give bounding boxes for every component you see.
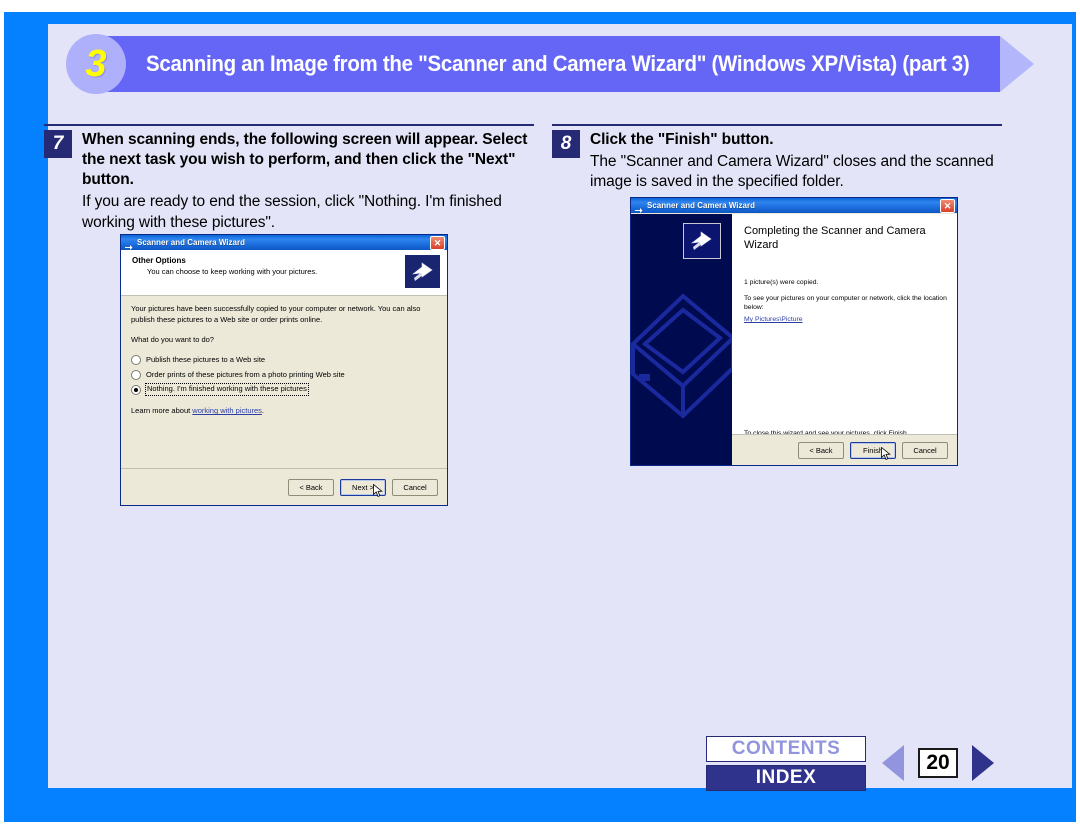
- wizard-banner-icon: [683, 223, 721, 259]
- footer-link-group: CONTENTS INDEX: [706, 735, 866, 791]
- contents-button[interactable]: CONTENTS: [706, 735, 866, 762]
- cancel-button[interactable]: Cancel: [902, 441, 948, 459]
- dialog-completing-titlebar[interactable]: Scanner and Camera Wizard ✕: [631, 198, 957, 213]
- radio-publish-web-site[interactable]: Publish these pictures to a Web site: [131, 355, 437, 366]
- page-title: Scanning an Image from the "Scanner and …: [146, 51, 970, 76]
- step-8-text: The "Scanner and Camera Wizard" closes a…: [590, 153, 994, 191]
- finish-button[interactable]: Finish: [850, 441, 896, 460]
- banner-arrow-icon: [1000, 36, 1034, 92]
- radio-order-prints[interactable]: Order prints of these pictures from a ph…: [131, 370, 437, 381]
- divider-left: [44, 124, 534, 126]
- learn-more-prefix: Learn more about: [131, 406, 193, 416]
- picture-location-link[interactable]: My Pictures\Picture: [744, 316, 803, 323]
- step-8-number: 8: [552, 130, 580, 158]
- step-7-heading: When scanning ends, the following screen…: [82, 131, 528, 189]
- wizard-main-panel: Completing the Scanner and Camera Wizard…: [732, 214, 957, 465]
- radio-order-prints-label: Order prints of these pictures from a ph…: [146, 369, 345, 379]
- radio-icon-selected[interactable]: [131, 384, 141, 395]
- dialog-other-options-titlebar[interactable]: Scanner and Camera Wizard ✕: [121, 235, 447, 250]
- next-button[interactable]: Next >: [340, 478, 386, 498]
- mouse-cursor-icon: [373, 483, 384, 498]
- close-icon[interactable]: ✕: [940, 199, 955, 213]
- scanner-outline-graphic: [631, 293, 732, 419]
- cancel-button[interactable]: Cancel: [392, 478, 438, 496]
- wizard-button-bar-completing: < Back Finish Cancel: [732, 434, 957, 465]
- wizard-paragraph: Your pictures have been successfully cop…: [131, 304, 421, 324]
- wizard-header-subtitle: You can choose to keep working with your…: [147, 267, 318, 276]
- pictures-copied-text: 1 picture(s) were copied.: [744, 279, 819, 286]
- radio-nothing-finished[interactable]: Nothing. I'm finished working with these…: [131, 383, 437, 397]
- close-icon[interactable]: ✕: [430, 236, 445, 250]
- page-number: 20: [918, 748, 958, 778]
- dialog-other-options[interactable]: Scanner and Camera Wizard ✕ Other Option…: [120, 234, 448, 506]
- column-left: 7 When scanning ends, the following scre…: [44, 124, 534, 233]
- dialog-other-options-title: Scanner and Camera Wizard: [137, 237, 245, 247]
- wizard-question: What do you want to do?: [131, 334, 214, 344]
- wizard-content-other-options: Your pictures have been successfully cop…: [121, 296, 447, 468]
- learn-more-line: Learn more about working with pictures.: [131, 406, 437, 417]
- wizard-header-title: Other Options: [132, 256, 186, 265]
- radio-icon[interactable]: [131, 355, 141, 366]
- back-button[interactable]: < Back: [798, 441, 844, 459]
- step-8: 8 Click the "Finish" button. The "Scanne…: [552, 130, 1002, 192]
- step-7: 7 When scanning ends, the following scre…: [44, 130, 534, 233]
- scanner-camera-icon: [124, 238, 133, 250]
- step-8-body: Click the "Finish" button. The "Scanner …: [590, 130, 1002, 192]
- wizard-button-bar-other-options: < Back Next > Cancel: [121, 468, 447, 505]
- scanner-camera-icon: [634, 201, 643, 213]
- radio-icon[interactable]: [131, 369, 141, 380]
- wizard-side-panel: [631, 214, 732, 465]
- wizard-banner-icon: [405, 255, 440, 288]
- finish-button-label: Finish: [862, 445, 883, 455]
- wizard-header-other-options: Other Options You can choose to keep wor…: [121, 250, 447, 296]
- learn-more-link[interactable]: working with pictures: [192, 406, 262, 415]
- page-root: 3 Scanning an Image from the "Scanner an…: [0, 0, 1080, 834]
- dialog-completing[interactable]: Scanner and Camera Wizard ✕ Completing t…: [630, 197, 958, 466]
- dialog-completing-title: Scanner and Camera Wizard: [647, 200, 755, 210]
- step-7-text: If you are ready to end the session, cli…: [82, 193, 502, 231]
- step-8-heading: Click the "Finish" button.: [590, 131, 774, 148]
- column-right: 8 Click the "Finish" button. The "Scanne…: [552, 124, 1002, 192]
- next-page-arrow-icon[interactable]: [972, 745, 994, 781]
- radio-nothing-finished-label: Nothing. I'm finished working with these…: [145, 383, 309, 397]
- section-banner: 3 Scanning an Image from the "Scanner an…: [48, 34, 1048, 94]
- location-instruction-text: To see your pictures on your computer or…: [744, 295, 947, 312]
- divider-right: [552, 124, 1002, 126]
- index-button[interactable]: INDEX: [706, 764, 866, 791]
- banner-step-number: 3: [85, 42, 107, 85]
- previous-page-arrow-icon[interactable]: [882, 745, 904, 781]
- radio-publish-web-site-label: Publish these pictures to a Web site: [146, 354, 266, 364]
- dialog-completing-body: Completing the Scanner and Camera Wizard…: [631, 214, 957, 465]
- completing-heading: Completing the Scanner and Camera Wizard: [744, 225, 926, 251]
- learn-more-suffix: .: [261, 406, 264, 416]
- next-button-label: Next >: [352, 482, 374, 492]
- back-button[interactable]: < Back: [288, 478, 334, 496]
- step-7-body: When scanning ends, the following screen…: [82, 130, 534, 233]
- step-7-number: 7: [44, 130, 72, 158]
- footer-navigation: CONTENTS INDEX 20: [706, 732, 1016, 794]
